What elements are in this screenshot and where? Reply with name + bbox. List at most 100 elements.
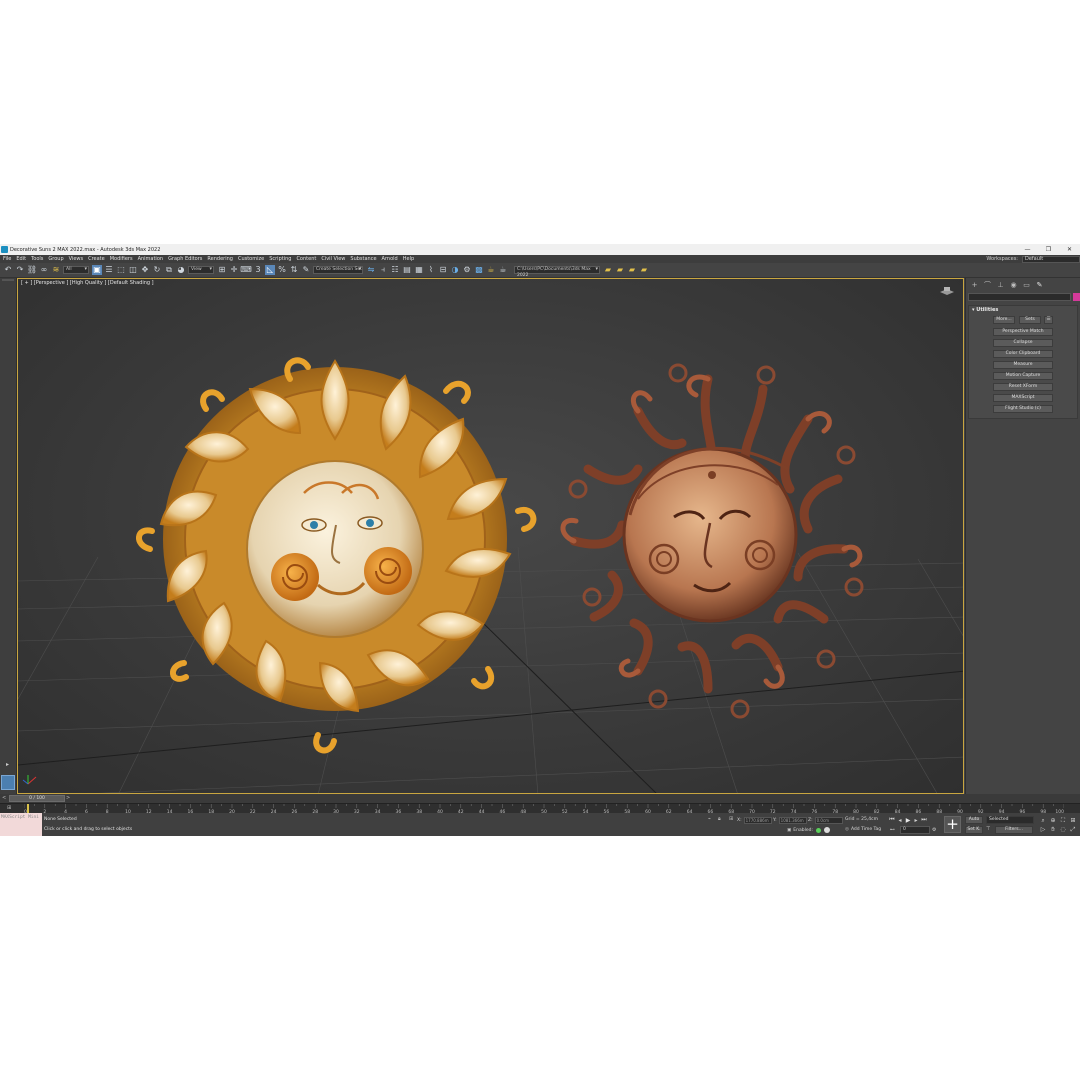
- previous-frame-icon[interactable]: ◂: [896, 817, 904, 824]
- zoom-all-icon[interactable]: ⊕: [1048, 816, 1058, 825]
- object-color-swatch[interactable]: [1073, 293, 1080, 301]
- menu-create[interactable]: Create: [88, 256, 105, 262]
- menu-file[interactable]: File: [3, 256, 11, 262]
- save-folder-icon[interactable]: ▰: [627, 265, 637, 275]
- selection-filter-dropdown[interactable]: All: [63, 266, 89, 274]
- orbit-icon[interactable]: ◌: [1058, 825, 1068, 834]
- angle-snap-icon[interactable]: ◺: [265, 265, 275, 275]
- reference-coordinate-dropdown[interactable]: View: [188, 266, 214, 274]
- rollout-header[interactable]: ▾ Utilities: [969, 306, 1077, 314]
- link-icon[interactable]: ⛓: [27, 265, 37, 275]
- maximize-viewport-icon[interactable]: ⤢: [1068, 825, 1078, 834]
- zoom-extents-icon[interactable]: ⛶: [1058, 816, 1068, 825]
- zoom-icon[interactable]: ⌕: [1038, 816, 1048, 825]
- isolate-selection-icon[interactable]: ⌁: [708, 816, 711, 822]
- go-to-start-icon[interactable]: ⏮: [888, 816, 896, 824]
- configure-sets-icon[interactable]: ☰: [1044, 316, 1053, 324]
- next-frame-icon[interactable]: ▸: [912, 817, 920, 824]
- undo-icon[interactable]: ↶: [3, 265, 13, 275]
- enabled-toggle[interactable]: [823, 827, 830, 833]
- menu-edit[interactable]: Edit: [16, 256, 26, 262]
- redo-icon[interactable]: ↷: [15, 265, 25, 275]
- time-slider-handle[interactable]: 0 / 100: [9, 795, 65, 802]
- viewport-layout-tab[interactable]: [1, 775, 15, 790]
- select-manipulate-icon[interactable]: ✛: [229, 265, 239, 275]
- zoom-extents-all-icon[interactable]: ⊞: [1068, 816, 1078, 825]
- menu-scripting[interactable]: Scripting: [269, 256, 291, 262]
- track-bar-filter-icon[interactable]: ⊞: [7, 805, 11, 811]
- render-teapot-icon[interactable]: ☕: [498, 265, 508, 275]
- perspective-viewport[interactable]: [ + ] [Perspective ] [High Quality ] [De…: [17, 278, 964, 794]
- time-slider-prev-arrow[interactable]: <: [2, 796, 6, 801]
- utility-maxscript[interactable]: MAXScript: [993, 394, 1053, 402]
- enabled-indicator[interactable]: [815, 827, 821, 833]
- hierarchy-tab-icon[interactable]: ⊥: [994, 280, 1007, 290]
- render-setup-icon[interactable]: ⚙: [462, 265, 472, 275]
- menu-civil-view[interactable]: Civil View: [321, 256, 345, 262]
- z-field[interactable]: 0.0cm: [814, 817, 843, 824]
- schematic-view-icon[interactable]: ⊟: [438, 265, 448, 275]
- snaps-toggle-icon[interactable]: 3: [253, 265, 263, 275]
- project-folder-dropdown[interactable]: C:\Users\PC\Documents\3ds Max 2022: [514, 266, 600, 278]
- viewcube-icon[interactable]: [938, 286, 956, 298]
- utility-reset-xform[interactable]: Reset XForm: [993, 383, 1053, 391]
- select-by-name-icon[interactable]: ☰: [104, 265, 114, 275]
- menu-customize[interactable]: Customize: [238, 256, 264, 262]
- create-tab-plus-icon[interactable]: +: [968, 280, 981, 290]
- key-mode-icon[interactable]: ⊷: [890, 827, 895, 833]
- key-filters-button[interactable]: Filters...: [995, 826, 1033, 834]
- utility-motion-capture[interactable]: Motion Capture: [993, 372, 1053, 380]
- asset-folder-icon[interactable]: ▰: [639, 265, 649, 275]
- time-slider[interactable]: < 0 / 100 >: [0, 794, 1080, 803]
- pan-icon[interactable]: ✋︎: [1048, 825, 1058, 834]
- sets-button[interactable]: Sets: [1019, 316, 1041, 324]
- set-key-button[interactable]: Set K.: [965, 826, 983, 834]
- edit-named-selection-icon[interactable]: ✎: [301, 265, 311, 275]
- rectangular-selection-icon[interactable]: ⬚: [116, 265, 126, 275]
- add-time-tag[interactable]: ◎ Add Time Tag: [845, 827, 881, 832]
- utility-color-clipboard[interactable]: Color Clipboard: [993, 350, 1053, 358]
- utility-perspective-match[interactable]: Perspective Match: [993, 328, 1053, 336]
- toggle-scene-explorer-icon[interactable]: ☷: [390, 265, 400, 275]
- place-icon[interactable]: ◕: [176, 265, 186, 275]
- bind-space-warp-icon[interactable]: ≋: [51, 265, 61, 275]
- time-config-icon[interactable]: ⚙: [932, 827, 936, 833]
- motion-tab-icon[interactable]: ◉: [1007, 280, 1020, 290]
- render-production-icon[interactable]: ☕: [486, 265, 496, 275]
- x-field[interactable]: 1770.886m: [743, 817, 772, 824]
- auto-key-button[interactable]: Auto: [965, 816, 983, 824]
- utility-measure[interactable]: Measure: [993, 361, 1053, 369]
- copper-sun-model[interactable]: [560, 363, 864, 719]
- menu-views[interactable]: Views: [69, 256, 83, 262]
- utility-collapse[interactable]: Collapse: [993, 339, 1053, 347]
- menu-graph-editors[interactable]: Graph Editors: [168, 256, 202, 262]
- move-icon[interactable]: ✥: [140, 265, 150, 275]
- display-tab-icon[interactable]: ▭: [1020, 280, 1033, 290]
- menu-help[interactable]: Help: [403, 256, 414, 262]
- menu-modifiers[interactable]: Modifiers: [110, 256, 133, 262]
- keyboard-shortcut-override-icon[interactable]: ⌨: [240, 265, 252, 275]
- workspace-dropdown[interactable]: Default: [1022, 255, 1080, 263]
- y-field[interactable]: 1081.366m: [778, 817, 807, 824]
- unlink-icon[interactable]: ∞: [39, 265, 49, 275]
- viewport-label[interactable]: [ + ] [Perspective ] [High Quality ] [De…: [21, 280, 154, 286]
- degradation-icon[interactable]: ▣: [787, 828, 791, 833]
- go-to-end-icon[interactable]: ⏭: [920, 816, 928, 824]
- rotate-icon[interactable]: ↻: [152, 265, 162, 275]
- menu-tools[interactable]: Tools: [31, 256, 43, 262]
- scale-icon[interactable]: ⧉: [164, 265, 174, 275]
- current-frame-field[interactable]: 0: [900, 826, 930, 834]
- absolute-mode-icon[interactable]: ⊞: [729, 816, 733, 822]
- minimize-button[interactable]: —: [1017, 244, 1038, 255]
- mirror-icon[interactable]: ⇋: [366, 265, 376, 275]
- gold-sun-model[interactable]: [136, 357, 537, 754]
- close-button[interactable]: ✕: [1059, 244, 1080, 255]
- menu-substance[interactable]: Substance: [350, 256, 376, 262]
- modify-tab-bend-icon[interactable]: ⌒: [981, 280, 994, 290]
- track-bar[interactable]: ⊞ 0 2 4 6 8 10 12 14 16 18 20 22 24 26 28 30 32 34 36 38 40 4…: [0, 803, 1080, 814]
- toggle-layer-explorer-icon[interactable]: ▤: [402, 265, 412, 275]
- rendered-frame-window-icon[interactable]: ▩: [474, 265, 484, 275]
- project-folder-icon[interactable]: ▰: [603, 265, 613, 275]
- expand-arrow-icon[interactable]: ▸: [2, 761, 13, 769]
- menu-rendering[interactable]: Rendering: [207, 256, 233, 262]
